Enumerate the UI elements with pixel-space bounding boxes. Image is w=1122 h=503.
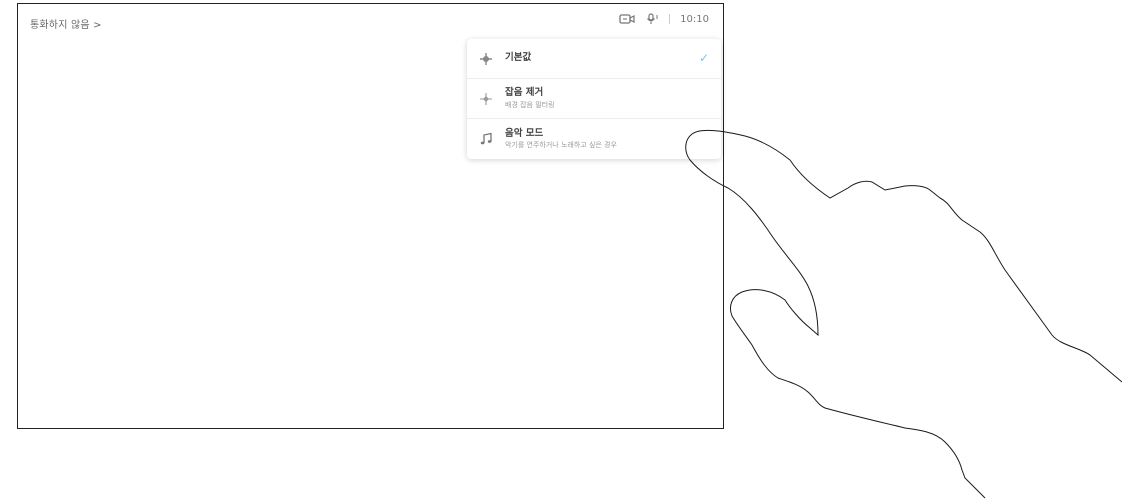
menu-item-default[interactable]: 기본값 ✓ <box>467 39 721 79</box>
menu-item-music-mode[interactable]: 음악 모드 악기를 연주하거나 노래하고 싶은 경우 <box>467 119 721 159</box>
menu-item-description: 악기를 연주하거나 노래하고 싶은 경우 <box>505 141 617 150</box>
clock: 10:10 <box>680 13 709 25</box>
noise-removal-menu: 기본값 ✓ 잡음 제거 배경 잡음 필터링 음악 모드 악기를 연주하거나 노래… <box>467 39 721 159</box>
breadcrumb[interactable]: 통화하지 않음 > <box>30 16 102 31</box>
music-note-icon <box>479 132 493 146</box>
menu-item-title: 음악 모드 <box>505 127 544 139</box>
camera-icon[interactable] <box>619 13 635 25</box>
stage: 통화하지 않음 > 10:10 기본값 ✓ 잡음 제거 배경 잡음 필터링 음악… <box>0 0 1122 503</box>
device-screen: 통화하지 않음 > 10:10 기본값 ✓ 잡음 제거 배경 잡음 필터링 음악… <box>17 3 724 429</box>
menu-item-title: 잡음 제거 <box>505 87 544 99</box>
status-bar: 10:10 <box>619 13 709 25</box>
checkmark-icon: ✓ <box>698 51 709 65</box>
default-audio-icon <box>479 52 493 66</box>
menu-item-noise-removal[interactable]: 잡음 제거 배경 잡음 필터링 <box>467 79 721 119</box>
menu-item-title: 기본값 <box>505 52 532 64</box>
status-divider <box>669 14 671 24</box>
microphone-icon[interactable] <box>645 13 659 25</box>
noise-removal-icon <box>479 92 493 106</box>
menu-item-description: 배경 잡음 필터링 <box>505 100 555 109</box>
